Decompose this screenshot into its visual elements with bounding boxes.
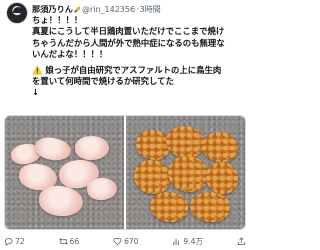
share-button[interactable] — [237, 236, 246, 246]
reply-count: 72 — [15, 236, 25, 246]
raw-chicken-piece — [74, 134, 110, 162]
tweet-line: ちょ！！！！ — [32, 15, 83, 25]
tweet-media — [4, 115, 246, 230]
tweet-line: いんだよな！！！！ — [32, 49, 108, 60]
reply-icon — [4, 237, 13, 246]
heart-icon — [113, 237, 122, 245]
pencil-emoji-icon — [74, 5, 81, 13]
fried-chicken-piece — [134, 160, 170, 194]
tweet-line: ↓ — [32, 87, 40, 98]
views-count: 9.4万 — [183, 236, 204, 246]
tweet-line: ちゃうんだから人間が外で熱中症になるのも無理な — [32, 37, 225, 48]
fried-chicken-piece — [168, 156, 208, 192]
fried-chicken-piece — [190, 192, 230, 222]
avatar[interactable] — [6, 2, 28, 24]
reply-button[interactable]: 72 — [4, 237, 25, 246]
retweet-icon — [58, 237, 68, 245]
like-button[interactable]: 670 — [113, 237, 139, 246]
tweet-card: 那須乃りん @rin_142356 · 3時間 ちょ！！！！ 真夏にこうして半日… — [0, 0, 250, 250]
raw-chicken-photo[interactable] — [5, 116, 125, 229]
fried-chicken-piece — [166, 126, 204, 158]
tweet-line: 真夏にこうして半日鶏肉置いただけでここまで焼け — [32, 26, 225, 37]
views-chart-icon — [173, 238, 180, 245]
tweet-actions: 72 66 670 9.4万 — [4, 235, 246, 247]
retweet-button[interactable]: 66 — [58, 236, 80, 246]
user-handle[interactable]: @rin_142356 — [82, 5, 135, 14]
display-name[interactable]: 那須乃りん — [32, 3, 73, 15]
post-time[interactable]: 3時間 — [140, 4, 161, 15]
raw-chicken-piece — [85, 176, 119, 202]
fried-chicken-piece — [136, 130, 170, 160]
raw-chicken-piece — [33, 135, 73, 163]
fried-chicken-piece — [206, 162, 238, 194]
share-icon — [237, 236, 246, 245]
fried-chicken-piece — [150, 192, 188, 222]
separator-dot: · — [136, 4, 139, 14]
fried-chicken-piece — [202, 132, 238, 162]
tweet-line: ⚠️ 娘っ子が自由研究でアスファルトの上に鳥生肉 — [32, 64, 222, 75]
views-button[interactable]: 9.4万 — [172, 236, 203, 247]
tweet-line: を置いて何時間で焼けるか研究してた — [32, 76, 174, 87]
raw-chicken-piece — [38, 184, 84, 218]
like-count: 670 — [124, 236, 139, 246]
retweet-count: 66 — [69, 236, 80, 246]
tweet-text: ちょ！！！！ 真夏にこうして半日鶏肉置いただけでここまで焼け ちゃうんだから人間… — [32, 15, 244, 99]
tweet-header: 那須乃りん @rin_142356 · 3時間 — [32, 3, 246, 15]
fried-chicken-photo[interactable] — [126, 116, 245, 229]
